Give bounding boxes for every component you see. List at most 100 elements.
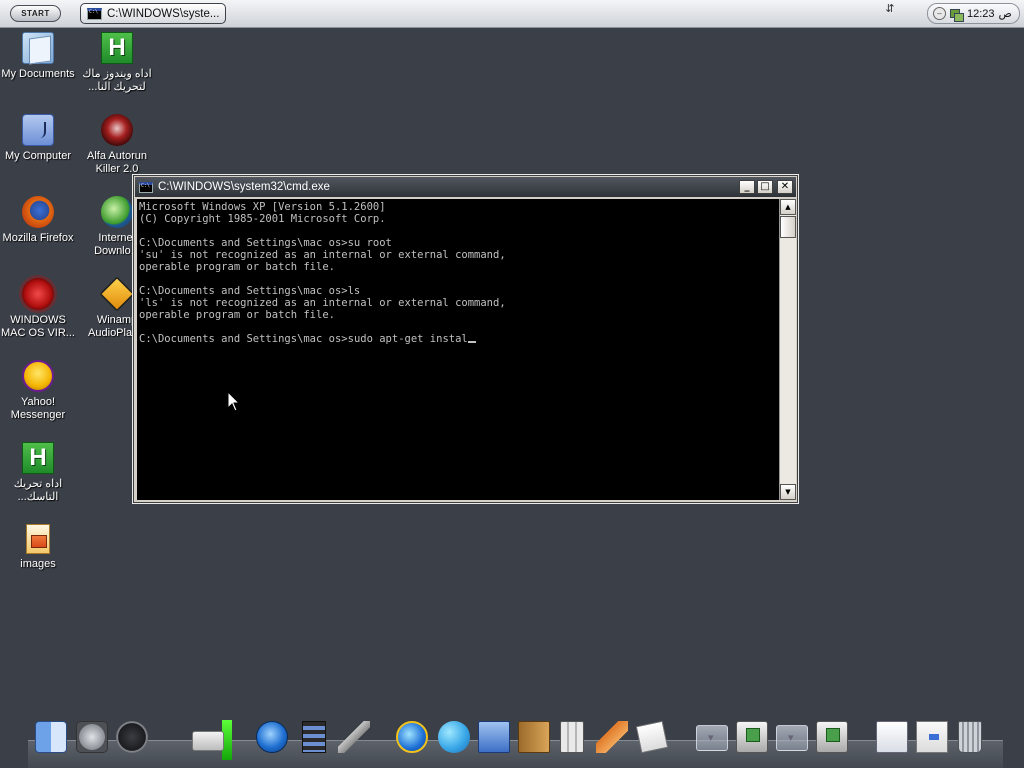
cmd-window[interactable]: C:\WINDOWS\system32\cmd.exe _ □ ✕ Micros… (132, 174, 799, 504)
cmd-title-bar[interactable]: C:\WINDOWS\system32\cmd.exe _ □ ✕ (135, 177, 796, 197)
text-cursor (467, 341, 476, 343)
command-prompt-icon (87, 7, 102, 20)
taskbar-item-label: C:\WINDOWS\syste... (107, 7, 220, 20)
media-player-icon (256, 721, 288, 753)
dock-item-document[interactable] (874, 719, 910, 757)
scroll-down-button[interactable]: ▼ (780, 484, 796, 500)
tools-icon (338, 721, 370, 753)
dock-item-calculator[interactable] (554, 719, 590, 757)
dock-item-messenger[interactable] (436, 719, 472, 757)
messenger-icon (438, 721, 470, 753)
virus-icon (22, 278, 54, 310)
system-preferences-icon (76, 721, 108, 753)
clock-time[interactable]: 12:23 (967, 8, 995, 20)
dock-item-system-preferences[interactable] (74, 719, 110, 757)
my-computer-icon (22, 114, 54, 146)
desktop-icon-label: My Computer (4, 150, 72, 162)
dock-item-film[interactable] (296, 719, 332, 757)
power-icon (116, 721, 148, 753)
desktop-icon-label: اداه تحريك التاسك... (13, 478, 63, 503)
start-button[interactable]: START (10, 5, 61, 22)
switch-windows-icon[interactable]: ⇵ (884, 3, 896, 21)
film-strip-icon (302, 721, 326, 753)
scroll-up-button[interactable]: ▲ (780, 199, 796, 215)
maximize-button[interactable]: □ (757, 180, 773, 194)
finder-icon (35, 721, 67, 753)
dock-item-mail[interactable] (476, 719, 512, 757)
console-line: Microsoft Windows XP [Version 5.1.2600] (139, 201, 386, 213)
dock-item-notes[interactable] (634, 719, 670, 757)
dock-item-internet-explorer[interactable] (394, 719, 430, 757)
mouse-pointer-icon (227, 391, 241, 412)
install-icon (816, 721, 848, 753)
console-line: 'su' is not recognized as an internal or… (139, 249, 506, 261)
internet-download-manager-icon (101, 196, 133, 228)
drive-icon (192, 731, 224, 751)
dock-item-stack-1[interactable] (694, 719, 730, 757)
vertical-scrollbar[interactable]: ▲ ▼ (779, 199, 796, 500)
desktop-icon-alfa-autorun[interactable]: Alfa Autorun Killer 2.0 (79, 114, 155, 176)
dock-item-finder[interactable] (33, 719, 69, 757)
dock-item-power[interactable] (114, 719, 150, 757)
desktop-icon-images[interactable]: images (0, 524, 76, 571)
dock-item-install[interactable] (814, 719, 850, 757)
console-line: operable program or batch file. (139, 261, 335, 273)
dock-item-package[interactable] (734, 719, 770, 757)
h-app-icon: H (22, 442, 54, 474)
address-book-icon (518, 721, 550, 753)
notes-icon (635, 720, 669, 754)
dock-item-address-book[interactable] (516, 719, 552, 757)
console-output[interactable]: Microsoft Windows XP [Version 5.1.2600] … (137, 199, 779, 500)
dock-item-media-player[interactable] (254, 719, 290, 757)
alfa-autorun-icon (101, 114, 133, 146)
desktop-icon-label: اداه ويندوز ماك لتحريك النا... (82, 68, 152, 93)
calculator-icon (560, 721, 584, 753)
trash-icon (958, 721, 982, 753)
close-button[interactable]: ✕ (777, 180, 793, 194)
dock-item-tools[interactable] (336, 719, 372, 757)
window-title: C:\WINDOWS\system32\cmd.exe (158, 181, 330, 193)
dock-item-drive[interactable] (190, 719, 226, 757)
clock-ampm: ص (998, 8, 1012, 20)
h-app-icon: H (101, 32, 133, 64)
taskbar-item-cmd[interactable]: C:\WINDOWS\syste... (80, 3, 226, 24)
desktop-icon-my-computer[interactable]: My Computer (0, 114, 76, 163)
dock-item-screen[interactable] (914, 719, 950, 757)
scroll-thumb[interactable] (780, 216, 796, 238)
desktop-icon-yahoo-messenger[interactable]: Yahoo! Messenger (0, 360, 76, 422)
console-line: operable program or batch file. (139, 309, 335, 321)
screen-icon (916, 721, 948, 753)
stack-icon (776, 725, 808, 751)
command-input[interactable]: sudo apt-get instal (348, 333, 468, 345)
command-input-line[interactable]: C:\Documents and Settings\mac os>sudo ap… (139, 333, 779, 345)
console-line: 'ls' is not recognized as an internal or… (139, 297, 506, 309)
network-icon[interactable] (949, 7, 964, 22)
desktop-icon-label: Mozilla Firefox (2, 232, 74, 244)
desktop-icon-mac-tool[interactable]: H اداه ويندوز ماك لتحريك النا... (79, 32, 155, 94)
winamp-icon (99, 276, 135, 312)
desktop-icon-my-documents[interactable]: My Documents (0, 32, 76, 81)
desktop-icon-label: images (20, 558, 56, 570)
dock-item-trash[interactable] (952, 719, 988, 757)
show-hidden-icons-icon[interactable]: – (933, 7, 946, 20)
firefox-icon (22, 196, 54, 228)
system-tray: – 12:23 ص (927, 3, 1020, 24)
desktop-icon-taskbar-tool[interactable]: H اداه تحريك التاسك... (0, 442, 76, 504)
desktop-icon-firefox[interactable]: Mozilla Firefox (0, 196, 76, 245)
console-line: C:\Documents and Settings\mac os>su root (139, 237, 392, 249)
desktop-icon-label: WINDOWS MAC OS VIR... (1, 314, 75, 339)
desktop-icon-mac-os-virus[interactable]: WINDOWS MAC OS VIR... (0, 278, 76, 340)
my-documents-icon (22, 32, 54, 64)
image-file-icon (26, 524, 50, 554)
console-line: (C) Copyright 1985-2001 Microsoft Corp. (139, 213, 386, 225)
stack-icon (696, 725, 728, 751)
desktop-icon-label: Alfa Autorun Killer 2.0 (87, 150, 147, 175)
desktop-icon-label: My Documents (1, 68, 75, 80)
yahoo-messenger-icon (22, 360, 54, 392)
dock-item-stack-2[interactable] (774, 719, 810, 757)
internet-explorer-icon (396, 721, 428, 753)
dock-item-applications[interactable] (594, 719, 630, 757)
minimize-button[interactable]: _ (739, 180, 755, 194)
console-line: C:\Documents and Settings\mac os>ls (139, 285, 361, 297)
